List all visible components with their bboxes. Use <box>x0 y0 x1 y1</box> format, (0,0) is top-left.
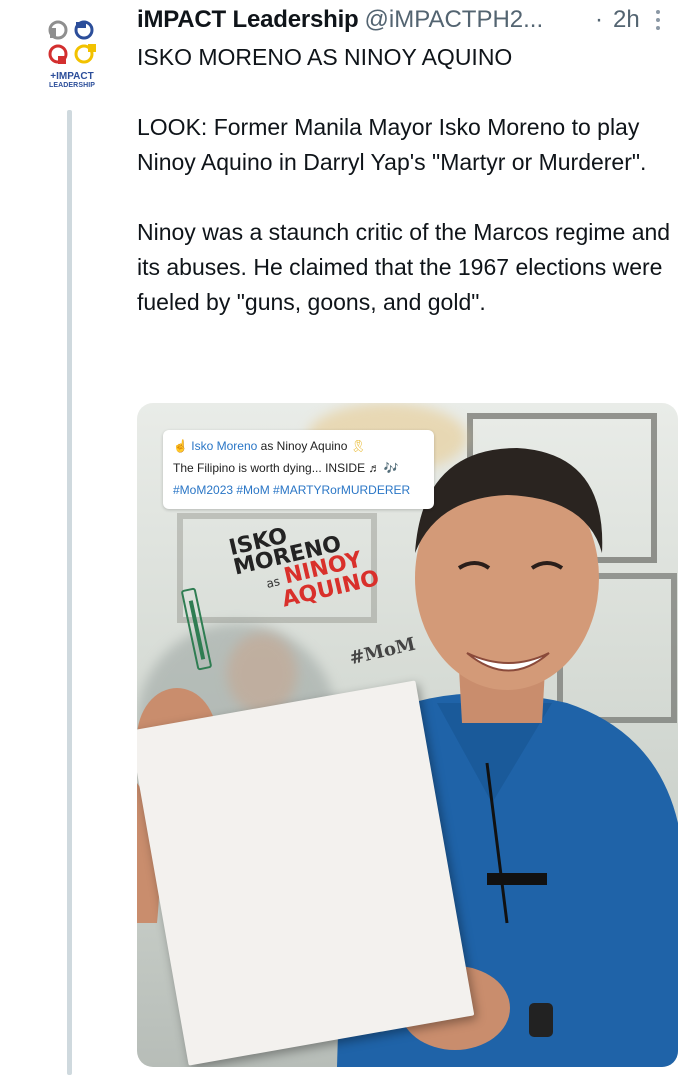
tweet-title: ISKO MORENO AS NINOY AQUINO <box>137 44 513 70</box>
tweet-header: iMPACT Leadership @iMPACTPH2... · 2h <box>137 6 677 36</box>
thread-line <box>67 110 72 1075</box>
avatar-label: +IMPACT LEADERSHIP <box>40 72 104 90</box>
pointing-hand-icon: ☝ <box>173 439 188 453</box>
caption-hashtags: #MoM2023 #MoM #MARTYRorMURDERER <box>173 483 411 497</box>
display-name[interactable]: iMPACT Leadership <box>137 6 359 33</box>
ribbon-icon: 🎗 <box>350 439 366 453</box>
caption-rest: as Ninoy Aquino <box>257 439 348 453</box>
avatar-logo-icon <box>48 20 96 64</box>
tweet-paragraph-1: LOOK: Former Manila Mayor Isko Moreno to… <box>137 114 647 175</box>
tweet-body: ISKO MORENO AS NINOY AQUINO LOOK: Former… <box>137 40 677 320</box>
tweet-image[interactable]: ISKO MORENO as NINOY AQUINO #MoM ☝ Isko … <box>137 403 678 1067</box>
caption-name: Isko Moreno <box>191 439 258 453</box>
handle[interactable]: @iMPACTPH2... <box>365 6 544 33</box>
script-folder <box>137 680 475 1066</box>
avatar-label-line2: LEADERSHIP <box>48 82 96 89</box>
avatar-label-line1: +IMPACT <box>50 71 94 82</box>
avatar[interactable]: +IMPACT LEADERSHIP <box>40 18 104 92</box>
separator: · <box>595 6 603 33</box>
image-caption-overlay: ☝ Isko Moreno as Ninoy Aquino 🎗 The Fili… <box>163 430 434 509</box>
tweet-paragraph-2: Ninoy was a staunch critic of the Marcos… <box>137 219 671 315</box>
timestamp[interactable]: 2h <box>613 6 640 34</box>
more-options-icon[interactable] <box>655 10 661 32</box>
caption-line-1: ☝ Isko Moreno as Ninoy Aquino 🎗 <box>173 435 424 457</box>
caption-line-2: The Filipino is worth dying... INSIDE ♬ … <box>173 461 399 475</box>
